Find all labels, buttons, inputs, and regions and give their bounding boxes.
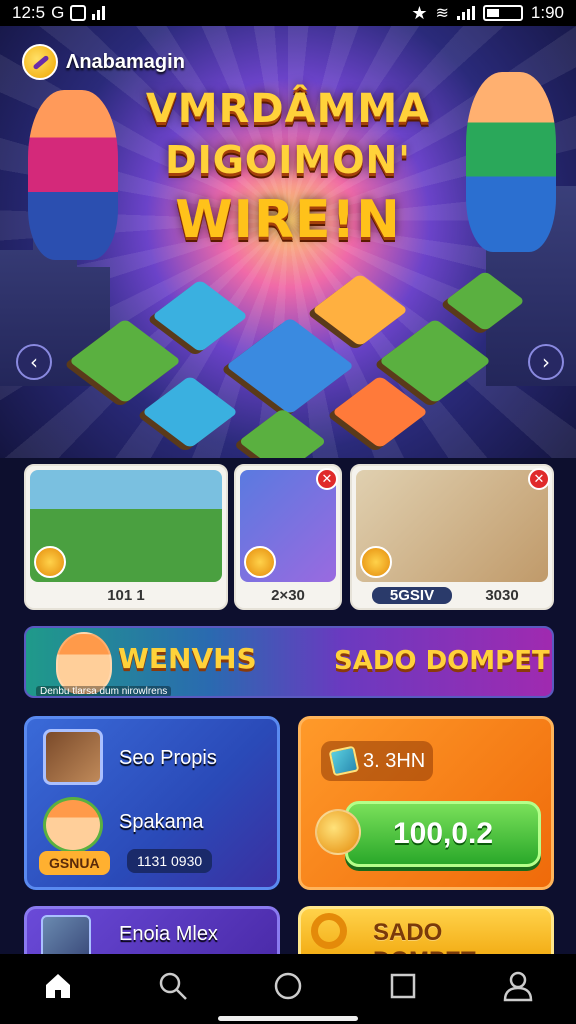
home-icon [45, 974, 70, 998]
row2-label[interactable]: Spakama [119, 811, 204, 834]
game-card-2[interactable]: ✕ 2×30 [234, 464, 342, 610]
signal-icon [456, 6, 475, 20]
key-icon [311, 913, 347, 949]
ticket-icon [328, 745, 360, 777]
card-label-right: 3030 [485, 587, 519, 604]
hero-title-line2: DIGOIMON' [165, 138, 411, 182]
chest-icon [43, 729, 103, 785]
ticket-counter: 3. 3HN [321, 741, 433, 781]
rank-badge: GSNUA [39, 851, 110, 875]
avatar [43, 797, 103, 853]
coin-icon [360, 546, 392, 578]
wallet-panel: 3. 3HN 100,0.2 [298, 716, 554, 890]
coin-icon [34, 546, 66, 578]
inventory-label: Enoia Mlex [119, 923, 218, 945]
game-card-1[interactable]: 101 1 [24, 464, 228, 610]
hero-title-line1: VMRDÂMMA [145, 86, 431, 132]
search-icon [159, 972, 187, 1000]
circle-icon [274, 972, 302, 1000]
status-clock: 1:90 [530, 3, 564, 22]
game-card-3[interactable]: ✕ 5GSIV 3030 [350, 464, 554, 610]
gold-coin-icon [315, 809, 361, 855]
card-label: 101 1 [107, 587, 145, 604]
close-icon[interactable]: ✕ [528, 468, 550, 490]
nav-profile[interactable] [493, 961, 543, 1011]
balance-button[interactable]: 100,0.2 [345, 801, 541, 867]
status-time: 12:5 [12, 3, 46, 22]
star-icon: ★ [411, 2, 428, 23]
coin-icon [244, 546, 276, 578]
character-avatar [56, 632, 112, 694]
hero-title-line3: WIRE!N [175, 190, 401, 250]
status-bar: 12:5 G ★ ≋ 1:90 [0, 0, 576, 26]
score-chip: 1131 0930 [127, 849, 213, 873]
carrier-label: G [51, 3, 65, 22]
character-right [466, 72, 556, 252]
ticket-value: 3. 3HN [363, 749, 426, 772]
bottom-navigation [0, 954, 576, 1024]
banner-wallet-label: SADO DOMPET [334, 646, 550, 676]
row1-label[interactable]: Seo Propis [119, 747, 217, 770]
nav-home[interactable] [33, 961, 83, 1011]
carousel-prev-button[interactable]: ‹ [16, 344, 52, 380]
card-label: 2×30 [271, 587, 305, 604]
app-notification-icon [70, 5, 87, 21]
hero-banner[interactable]: Ʌnabamagin VMRDÂMMA DIGOIMON' WIRE!N ‹ › [0, 26, 576, 458]
close-icon[interactable]: ✕ [316, 468, 338, 490]
character-left [28, 90, 118, 260]
nav-square[interactable] [378, 961, 428, 1011]
profile-icon [504, 971, 533, 1002]
carousel-next-button[interactable]: › [528, 344, 564, 380]
brand-name: Ʌnabamagin [66, 50, 185, 73]
signal-small-icon [92, 6, 106, 20]
brand-logo-icon [22, 44, 58, 80]
battery-icon [482, 5, 523, 21]
nav-search[interactable] [148, 961, 198, 1011]
brand: Ʌnabamagin [22, 44, 185, 80]
square-icon [390, 973, 416, 999]
banner-title: WENVHS [118, 642, 257, 675]
wifi-icon: ≋ [435, 5, 449, 22]
banner-subtitle: Denbu tlarsa dum nirowlrens [36, 686, 172, 696]
card-label-left: 5GSIV [372, 587, 452, 604]
nav-circle[interactable] [263, 961, 313, 1011]
promo-banner[interactable]: WENVHS SADO DOMPET Denbu tlarsa dum niro… [24, 626, 554, 698]
home-indicator[interactable] [218, 1016, 358, 1021]
profile-panel: Seo Propis Spakama GSNUA 1131 0930 [24, 716, 280, 890]
